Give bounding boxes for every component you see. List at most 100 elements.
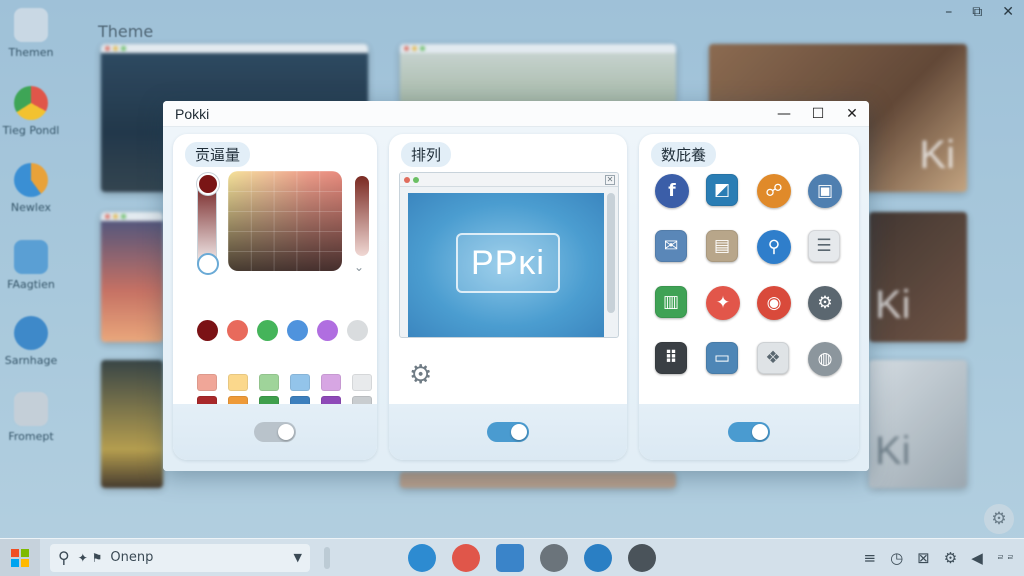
chat-icon[interactable] xyxy=(540,543,568,572)
notification-icon[interactable]: ⊠ xyxy=(917,549,930,567)
gear-icon[interactable]: ⚙ xyxy=(409,360,432,390)
folder-icon xyxy=(14,392,48,426)
desktop-icon-fromept[interactable]: Fromept xyxy=(2,392,60,443)
desktop-icon-faagtien[interactable]: FAagtien xyxy=(2,240,60,291)
color-panel-footer xyxy=(173,404,377,460)
minimize-button[interactable]: – xyxy=(945,4,952,20)
card-icon[interactable]: ▭ xyxy=(706,342,738,374)
folder-icon[interactable]: ▤ xyxy=(706,230,738,262)
settings-gear-icon[interactable]: ⚙ xyxy=(984,504,1014,534)
palette-square[interactable] xyxy=(197,374,217,391)
theme-thumbnail-5[interactable]: Ki xyxy=(869,212,967,342)
layout-panel: 排列 ✕ PPĸi ⚙ xyxy=(389,134,627,460)
close-icon[interactable]: ✕ xyxy=(605,174,615,185)
pokki-window: Pokki — ☐ ✕ 贡逼量 ⌄ 排列 ✕ PPĸi ⚙ 数庇養 f ◩ ☍ … xyxy=(163,101,869,471)
map-pin-icon[interactable]: ⚲ xyxy=(757,230,791,264)
color-panel: 贡逼量 ⌄ xyxy=(173,134,377,460)
color-picker-field[interactable] xyxy=(228,171,342,271)
slider-bottom-handle[interactable] xyxy=(197,253,219,275)
color-swatch[interactable] xyxy=(347,320,368,341)
palette-square[interactable] xyxy=(321,374,341,391)
chart-app-icon[interactable]: ◩ xyxy=(706,174,738,206)
globe-icon xyxy=(14,316,48,350)
chevron-down-icon[interactable]: ▼ xyxy=(294,551,302,564)
github-icon[interactable]: ◍ xyxy=(808,342,842,376)
desktop-icon-newlex[interactable]: Newlex xyxy=(2,163,60,214)
theme-section-title: Theme xyxy=(98,22,154,41)
window-title: Pokki xyxy=(175,105,210,122)
system-tray: ≡ ◷ ⊠ ⚙ ◀ ㄹ ㄹ xyxy=(863,549,1024,567)
opacity-slider[interactable] xyxy=(197,173,219,275)
settings-icon[interactable] xyxy=(628,543,656,572)
preview-logo: PPĸi xyxy=(456,233,560,293)
facebook-icon[interactable]: f xyxy=(655,174,689,208)
layout-preview-window[interactable]: ✕ PPĸi xyxy=(399,172,619,338)
browser-icon[interactable] xyxy=(584,543,612,572)
taskbar-search[interactable]: ⚲ ✦ ⚑ Onenp ▼ xyxy=(50,543,310,572)
settings-icon[interactable]: ⚙ xyxy=(944,549,957,567)
hue-slider[interactable] xyxy=(355,176,369,256)
layout-panel-label: 排列 xyxy=(401,142,452,167)
theme-thumbnail-2[interactable] xyxy=(400,44,676,104)
theme-thumbnail-6[interactable] xyxy=(101,360,163,488)
color-swatch[interactable] xyxy=(257,320,278,341)
taskbar-apps xyxy=(408,543,656,572)
app-icon-grid: f ◩ ☍ ▣ ✉ ▤ ⚲ ☰ ▥ ✦ ◉ ⚙ ⠿ ▭ ❖ ◍ xyxy=(655,174,842,376)
start-button[interactable] xyxy=(0,538,40,576)
close-button[interactable]: ✕ xyxy=(1002,4,1014,20)
color-swatch[interactable] xyxy=(227,320,248,341)
settings-icon[interactable]: ⚙ xyxy=(808,286,842,320)
mail-icon[interactable]: ✉ xyxy=(655,230,687,262)
restore-button[interactable]: ⧉ xyxy=(972,4,982,20)
browser-icon xyxy=(14,163,48,197)
window-controls: — ☐ ✕ xyxy=(767,101,869,127)
color-swatch[interactable] xyxy=(197,320,218,341)
preview-background: PPĸi xyxy=(408,193,604,337)
chevron-down-icon[interactable]: ⌄ xyxy=(354,260,364,274)
layout-panel-footer xyxy=(389,404,627,460)
theme-thumbnail-4[interactable] xyxy=(101,212,163,342)
palette-square[interactable] xyxy=(228,374,248,391)
color-swatch[interactable] xyxy=(287,320,308,341)
theme-thumbnail-8[interactable] xyxy=(400,472,676,488)
theme-thumbnail-7[interactable]: Ki xyxy=(869,360,967,488)
desktop-icon-themen[interactable]: Themen xyxy=(2,8,60,59)
color-swatches xyxy=(197,320,368,341)
terminal-icon[interactable]: ⠿ xyxy=(655,342,687,374)
clock-icon[interactable]: ◷ xyxy=(890,549,903,567)
color-swatch[interactable] xyxy=(317,320,338,341)
color-panel-label: 贡逼量 xyxy=(185,142,251,167)
volume-icon[interactable]: ◀ xyxy=(971,549,983,567)
menu-icon[interactable]: ≡ xyxy=(863,549,876,567)
chrome-icon[interactable]: ◉ xyxy=(757,286,791,320)
layout-toggle[interactable] xyxy=(487,422,529,442)
store-icon[interactable] xyxy=(496,543,524,572)
desktop-icon-sarnhage[interactable]: Sarnhage xyxy=(2,316,60,367)
maximize-button[interactable]: ☐ xyxy=(801,101,835,127)
apps-panel-footer xyxy=(639,404,859,460)
chat-icon[interactable]: ▣ xyxy=(808,174,842,208)
window-titlebar[interactable]: Pokki — ☐ ✕ xyxy=(163,101,869,127)
close-button[interactable]: ✕ xyxy=(835,101,869,127)
palette-square[interactable] xyxy=(259,374,279,391)
photos-icon[interactable]: ❖ xyxy=(757,342,789,374)
edge-icon[interactable] xyxy=(408,543,436,572)
desktop-icon-tieg-pondl[interactable]: Tieg Pondl xyxy=(2,86,60,137)
chrome-icon xyxy=(14,86,48,120)
apps-toggle[interactable] xyxy=(728,422,770,442)
apps-panel-label: 数庇養 xyxy=(651,142,717,167)
search-text: Onenp xyxy=(110,550,154,565)
taskbar-separator xyxy=(324,546,330,569)
preview-scrollbar[interactable] xyxy=(607,193,615,313)
chrome-icon[interactable] xyxy=(452,543,480,572)
pinwheel-icon[interactable]: ✦ xyxy=(706,286,740,320)
color-toggle[interactable] xyxy=(254,422,296,442)
minimize-button[interactable]: — xyxy=(767,101,801,127)
search-icon: ⚲ xyxy=(58,548,70,567)
network-icon[interactable]: ☍ xyxy=(757,174,791,208)
slider-top-handle[interactable] xyxy=(197,173,219,195)
palette-square[interactable] xyxy=(290,374,310,391)
notes-icon[interactable]: ☰ xyxy=(808,230,840,262)
battery-icon[interactable]: ▥ xyxy=(655,286,687,318)
palette-square[interactable] xyxy=(352,374,372,391)
